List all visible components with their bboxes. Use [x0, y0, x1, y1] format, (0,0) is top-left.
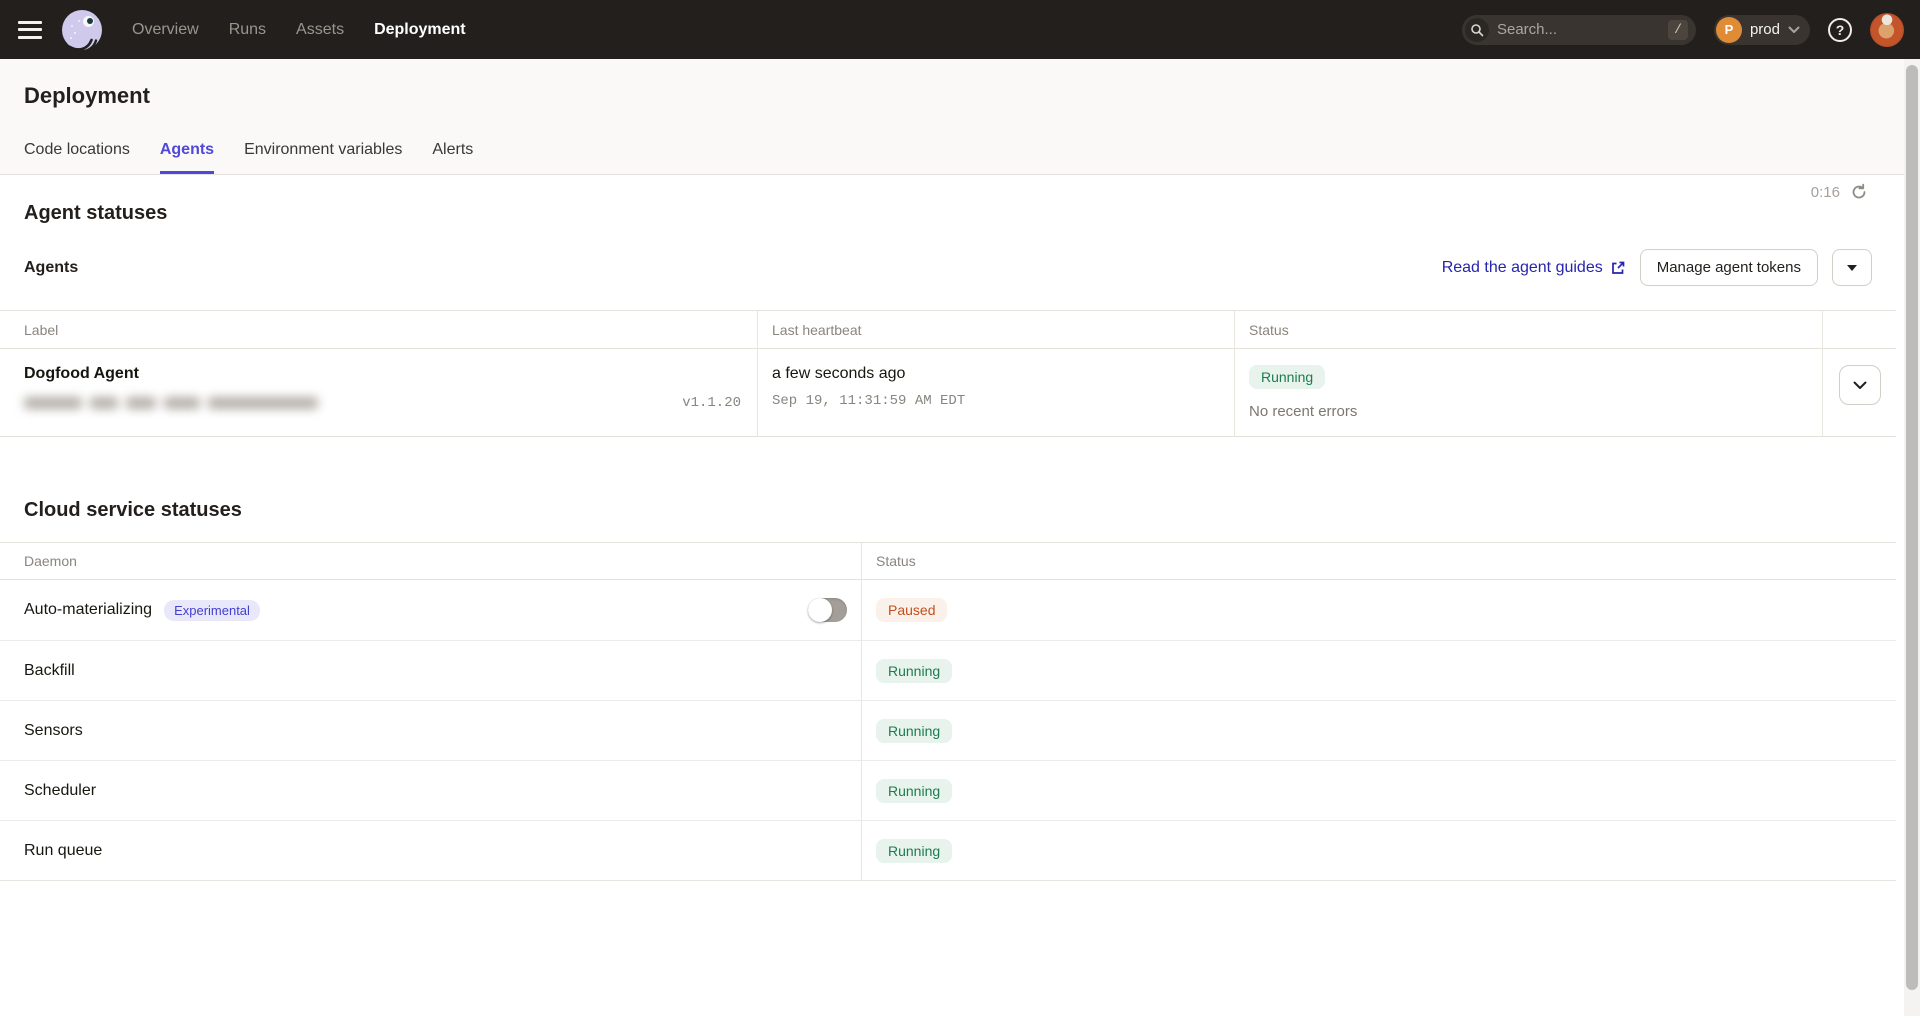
- heartbeat-absolute: Sep 19, 11:31:59 AM EDT: [772, 393, 1234, 409]
- daemon-name: Backfill: [24, 662, 75, 680]
- daemon-row-run-queue: Run queue: [0, 820, 862, 880]
- page-header: Deployment Code locations Agents Environ…: [0, 59, 1904, 175]
- primary-nav: Overview Runs Assets Deployment: [132, 21, 466, 39]
- agent-guides-link-label: Read the agent guides: [1442, 259, 1603, 277]
- daemon-row-auto-materializing: Auto-materializing Experimental: [0, 580, 862, 640]
- daemon-name: Auto-materializing: [24, 601, 152, 619]
- agent-statuses-heading: Agent statuses: [0, 202, 1920, 225]
- search-input[interactable]: Search... /: [1462, 15, 1696, 45]
- org-avatar: P: [1716, 17, 1742, 43]
- tab-code-locations[interactable]: Code locations: [24, 141, 130, 174]
- chevron-down-icon: [1853, 381, 1867, 390]
- agent-label-cell: Dogfood Agent v1.1.20: [0, 349, 758, 436]
- top-nav: Overview Runs Assets Deployment Search..…: [0, 0, 1920, 59]
- daemon-status-cell: Running: [862, 820, 1896, 880]
- daemon-row-backfill: Backfill: [0, 640, 862, 700]
- agent-row-expand-button[interactable]: [1839, 365, 1881, 405]
- column-header-status: Status: [1235, 311, 1823, 349]
- daemon-name: Run queue: [24, 842, 102, 860]
- nav-item-runs[interactable]: Runs: [229, 21, 266, 39]
- status-badge-running: Running: [876, 839, 952, 863]
- agent-id-redacted: [24, 397, 318, 409]
- agent-status-cell: Running No recent errors: [1235, 349, 1823, 436]
- column-header-last-heartbeat: Last heartbeat: [758, 311, 1235, 349]
- tab-alerts[interactable]: Alerts: [432, 141, 473, 174]
- daemon-name: Scheduler: [24, 782, 96, 800]
- nav-item-assets[interactable]: Assets: [296, 21, 344, 39]
- chevron-down-icon: [1788, 26, 1800, 34]
- hamburger-menu-icon[interactable]: [18, 21, 42, 39]
- nav-item-deployment[interactable]: Deployment: [374, 21, 466, 39]
- status-badge-running: Running: [876, 779, 952, 803]
- daemon-row-scheduler: Scheduler: [0, 760, 862, 820]
- status-badge-paused: Paused: [876, 598, 947, 622]
- toggle-knob: [808, 598, 832, 622]
- heartbeat-relative: a few seconds ago: [772, 365, 1234, 383]
- daemon-status-cell: Running: [862, 700, 1896, 760]
- manage-agent-tokens-button[interactable]: Manage agent tokens: [1640, 249, 1818, 286]
- agents-toolbar: Agents Read the agent guides Manage agen…: [0, 249, 1920, 286]
- column-header-daemon: Daemon: [0, 543, 862, 580]
- experimental-badge: Experimental: [164, 600, 260, 621]
- caret-down-icon: [1847, 265, 1857, 271]
- dagster-logo-icon[interactable]: [60, 8, 104, 52]
- daemon-row-sensors: Sensors: [0, 700, 862, 760]
- daemon-status-cell: Paused: [862, 580, 1896, 640]
- agent-actions-dropdown-button[interactable]: [1832, 249, 1872, 286]
- cloud-services-table: Daemon Status Auto-materializing Experim…: [0, 542, 1896, 881]
- page-scrollbar[interactable]: [1904, 59, 1920, 1016]
- agents-table: Label Last heartbeat Status Dogfood Agen…: [0, 310, 1896, 437]
- org-name: prod: [1750, 21, 1780, 38]
- search-shortcut-key: /: [1668, 20, 1688, 40]
- search-placeholder: Search...: [1497, 21, 1557, 38]
- org-switcher[interactable]: P prod: [1714, 15, 1810, 45]
- help-icon[interactable]: ?: [1828, 18, 1852, 42]
- daemon-status-cell: Running: [862, 760, 1896, 820]
- deployment-tabs: Code locations Agents Environment variab…: [24, 141, 1880, 174]
- refresh-icon[interactable]: [1850, 183, 1868, 201]
- agent-status-badge: Running: [1249, 365, 1325, 389]
- scrollbar-thumb[interactable]: [1906, 65, 1918, 990]
- status-badge-running: Running: [876, 659, 952, 683]
- agents-toolbar-actions: Read the agent guides Manage agent token…: [1442, 249, 1872, 286]
- refresh-timer: 0:16: [1811, 184, 1840, 201]
- agents-section-label: Agents: [24, 259, 78, 277]
- status-badge-running: Running: [876, 719, 952, 743]
- page-title: Deployment: [24, 83, 1880, 109]
- daemon-status-cell: Running: [862, 640, 1896, 700]
- agent-guides-link[interactable]: Read the agent guides: [1442, 259, 1626, 277]
- agent-version: v1.1.20: [682, 395, 741, 411]
- auto-materializing-toggle[interactable]: [808, 598, 847, 622]
- daemon-name: Sensors: [24, 722, 83, 740]
- column-header-status: Status: [862, 543, 1896, 580]
- cloud-service-statuses-heading: Cloud service statuses: [0, 499, 1920, 522]
- agent-actions-cell: [1823, 349, 1896, 436]
- external-link-icon: [1610, 260, 1626, 276]
- agent-name: Dogfood Agent: [24, 365, 757, 383]
- nav-item-overview[interactable]: Overview: [132, 21, 199, 39]
- user-avatar[interactable]: [1870, 13, 1904, 47]
- search-icon: [1465, 18, 1489, 42]
- refresh-zone: 0:16: [1811, 183, 1868, 201]
- tab-environment-variables[interactable]: Environment variables: [244, 141, 402, 174]
- column-header-label: Label: [0, 311, 758, 349]
- column-header-actions: [1823, 311, 1896, 349]
- agent-heartbeat-cell: a few seconds ago Sep 19, 11:31:59 AM ED…: [758, 349, 1235, 436]
- agent-errors-text: No recent errors: [1249, 403, 1822, 420]
- tab-agents[interactable]: Agents: [160, 141, 214, 174]
- top-nav-right: Search... / P prod ?: [1462, 13, 1904, 47]
